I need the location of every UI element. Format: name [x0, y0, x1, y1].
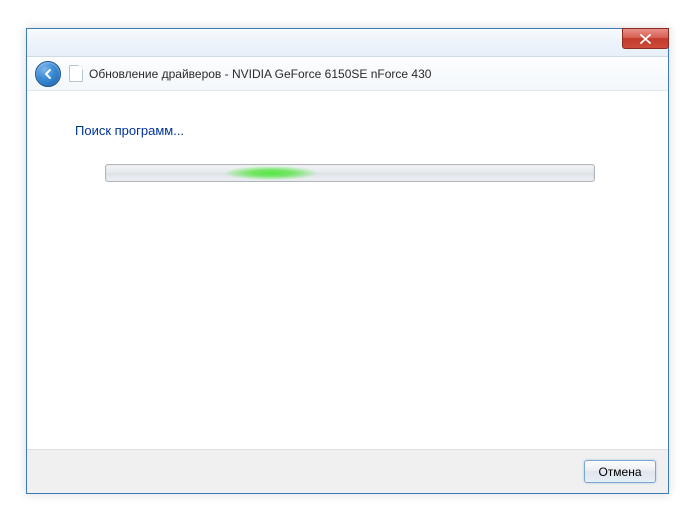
cancel-button[interactable]: Отмена — [584, 460, 656, 483]
progress-bar — [105, 164, 595, 182]
window-titlebar — [27, 29, 668, 57]
desktop-background: Обновление драйверов - NVIDIA GeForce 61… — [0, 0, 692, 524]
footer-bar: Отмена — [27, 449, 668, 493]
progress-marquee-chunk — [226, 165, 316, 181]
close-icon — [640, 34, 651, 44]
back-button[interactable] — [35, 61, 61, 87]
content-area: Поиск программ... — [27, 91, 668, 449]
title-wrap: Обновление драйверов - NVIDIA GeForce 61… — [69, 65, 431, 82]
window-title: Обновление драйверов - NVIDIA GeForce 61… — [89, 67, 431, 81]
navigation-bar: Обновление драйверов - NVIDIA GeForce 61… — [27, 57, 668, 91]
back-arrow-icon — [41, 67, 55, 81]
document-icon — [69, 65, 83, 82]
cancel-button-label: Отмена — [598, 465, 641, 479]
search-heading: Поиск программ... — [75, 123, 630, 138]
driver-update-wizard-window: Обновление драйверов - NVIDIA GeForce 61… — [26, 28, 669, 494]
close-button[interactable] — [622, 28, 669, 49]
